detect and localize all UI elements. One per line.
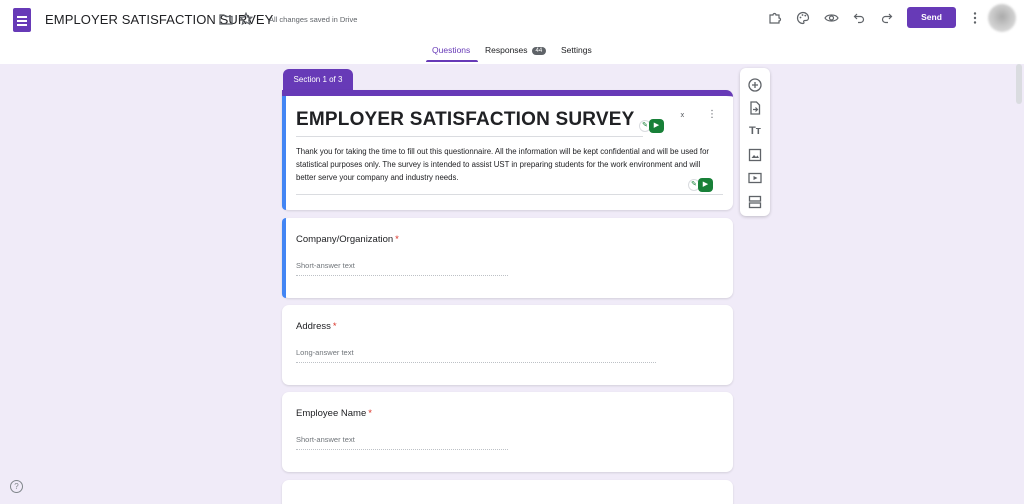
question-card-company[interactable]: Company/Organization * Short-answer text	[282, 218, 733, 298]
collapse-section-icon[interactable]: ⌄ ⌃	[679, 109, 686, 123]
google-forms-logo-icon[interactable]	[13, 8, 31, 32]
tab-questions[interactable]: Questions	[432, 45, 470, 55]
folder-icon[interactable]	[219, 13, 233, 25]
active-tab-indicator	[426, 60, 478, 62]
question-label-text: Employee Name	[296, 408, 367, 419]
send-button[interactable]: Send	[907, 7, 956, 28]
save-status: All changes saved in Drive	[269, 15, 358, 24]
add-video-icon[interactable]	[747, 170, 763, 186]
short-answer-placeholder: Short-answer text	[296, 261, 508, 276]
top-bar: EMPLOYER SATISFACTION SURVEY All changes…	[0, 0, 1024, 64]
description-underline	[296, 194, 723, 195]
form-title[interactable]: EMPLOYER SATISFACTION SURVEY	[296, 109, 635, 131]
question-card-next[interactable]	[282, 480, 733, 504]
form-header-card[interactable]: EMPLOYER SATISFACTION SURVEY ✎ ▶ ⌄ ⌃ ⋮ Th…	[282, 90, 733, 210]
required-asterisk: *	[368, 408, 372, 419]
question-card-employee-name[interactable]: Employee Name * Short-answer text	[282, 392, 733, 472]
question-toolbar: Tт	[740, 68, 770, 216]
addon-icon[interactable]	[768, 11, 782, 25]
short-answer-placeholder: Short-answer text	[296, 435, 508, 450]
avatar[interactable]	[988, 4, 1016, 32]
question-title: Address *	[296, 321, 337, 332]
title-underline	[296, 136, 643, 137]
form-tabs: Questions Responses 44 Settings	[0, 45, 1024, 63]
long-answer-placeholder: Long-answer text	[296, 348, 656, 363]
tab-responses[interactable]: Responses 44	[485, 45, 547, 55]
add-question-icon[interactable]	[747, 77, 763, 93]
extension-icons-description: ✎ ▶	[688, 178, 714, 192]
redo-icon[interactable]	[881, 12, 893, 24]
meet-extension-icon[interactable]: ▶	[649, 119, 664, 133]
add-title-icon[interactable]: Tт	[747, 123, 763, 139]
help-icon[interactable]: ?	[10, 480, 23, 493]
question-card-address[interactable]: Address * Long-answer text	[282, 305, 733, 385]
section-more-icon[interactable]: ⋮	[707, 110, 717, 120]
section-label: Section 1 of 3	[283, 69, 353, 91]
page-scrollbar[interactable]	[1016, 64, 1022, 104]
question-title: Company/Organization *	[296, 234, 399, 245]
required-asterisk: *	[332, 321, 337, 332]
question-label-text: Address	[296, 321, 331, 332]
tab-settings[interactable]: Settings	[561, 45, 592, 55]
form-description[interactable]: Thank you for taking the time to fill ou…	[296, 145, 721, 184]
required-asterisk: *	[395, 234, 399, 245]
meet-extension-icon[interactable]: ▶	[698, 178, 713, 192]
question-title: Employee Name *	[296, 408, 372, 419]
responses-count-badge: 44	[531, 47, 547, 55]
tab-responses-label: Responses	[485, 45, 528, 55]
add-section-icon[interactable]	[747, 194, 763, 210]
import-questions-icon[interactable]	[747, 100, 763, 116]
more-vert-icon[interactable]	[972, 11, 978, 25]
palette-icon[interactable]	[796, 11, 810, 25]
star-icon[interactable]	[239, 12, 253, 26]
question-label-text: Company/Organization	[296, 234, 394, 245]
preview-eye-icon[interactable]	[824, 12, 839, 24]
extension-icons: ✎ ▶	[639, 119, 665, 133]
add-image-icon[interactable]	[747, 147, 763, 163]
undo-icon[interactable]	[853, 12, 865, 24]
